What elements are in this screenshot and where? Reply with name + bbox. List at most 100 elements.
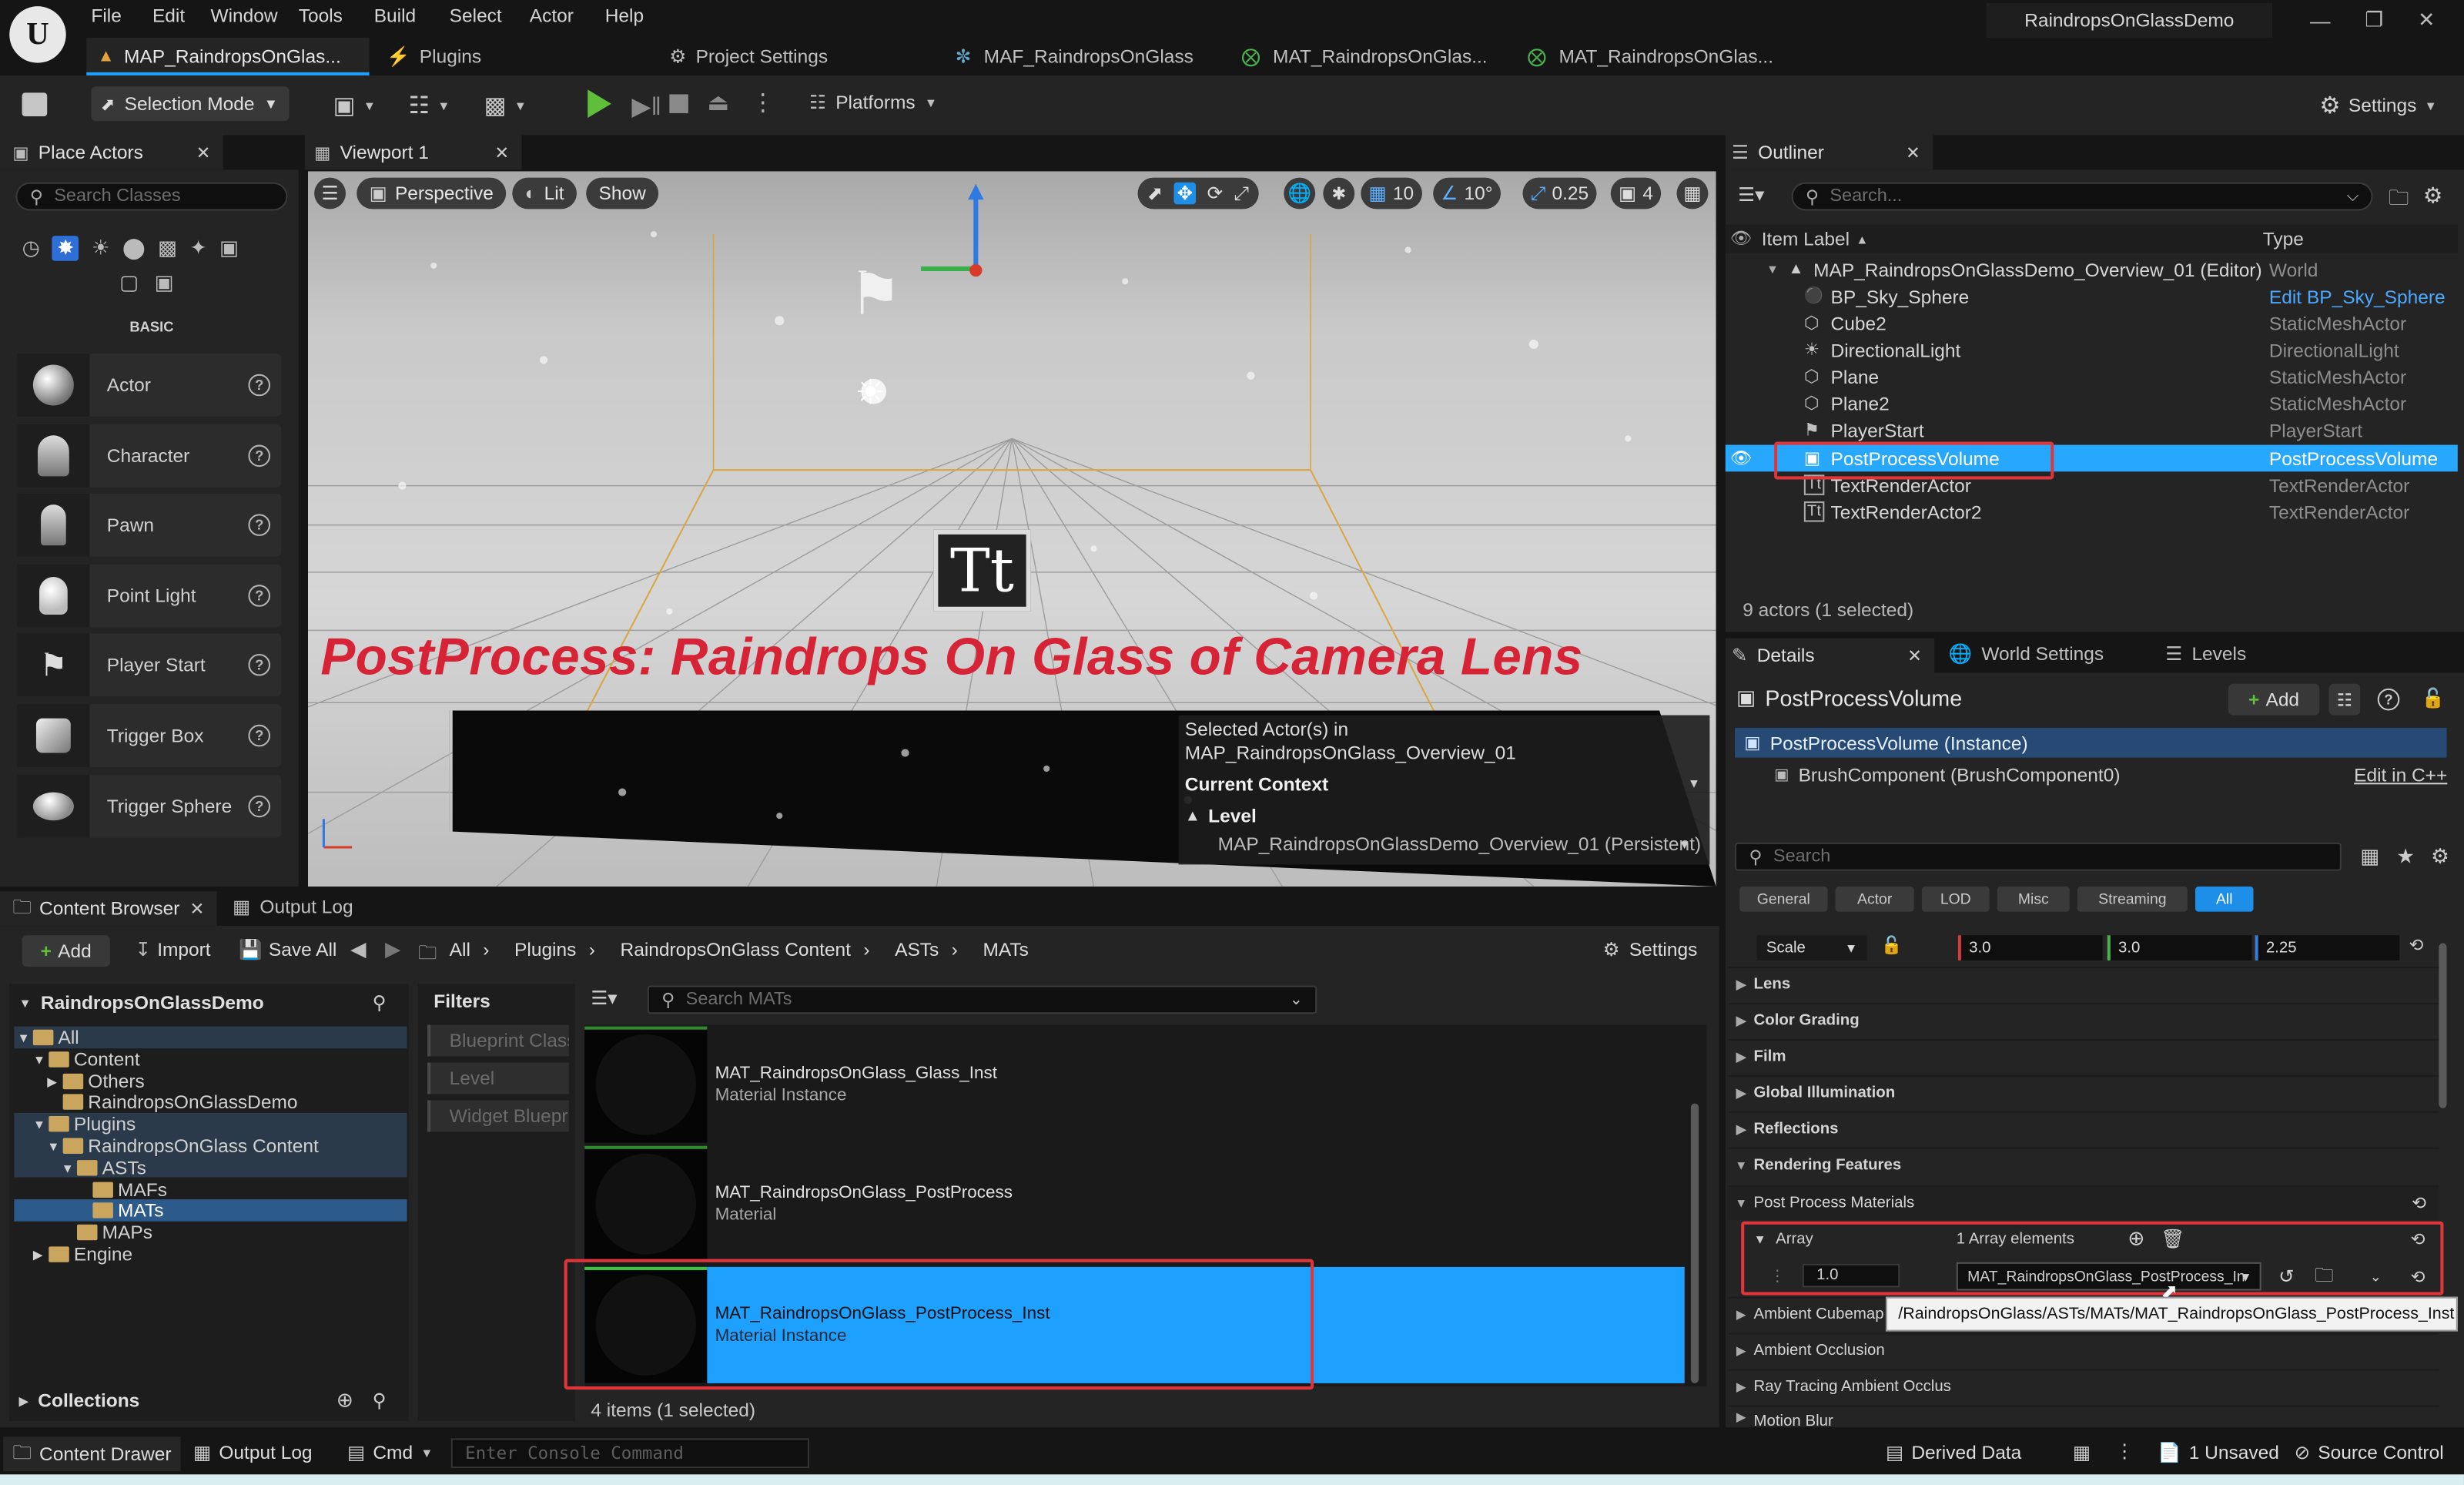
place-item-trigger-sphere[interactable]: Trigger Sphere? — [17, 775, 282, 838]
cb-project-header[interactable]: ▼ RaindropsOnGlassDemo — [18, 992, 263, 1014]
show-button[interactable]: Show — [586, 177, 659, 210]
selection-mode-button[interactable]: ⬈ Selection Mode ▼ — [91, 86, 290, 122]
doc-tab-plugins[interactable]: ⚡ Plugins — [387, 42, 481, 71]
tree-engine[interactable]: ▶ Engine — [33, 1243, 132, 1265]
brush-component-row[interactable]: ▣ BrushComponent (BrushComponent0) — [1735, 761, 2446, 789]
filter-misc[interactable]: Misc — [1997, 887, 2070, 912]
help-icon[interactable]: ? — [248, 724, 271, 747]
outliner-row-bp-sky-sphere[interactable]: ⚫ BP_Sky_Sphere Edit BP_Sky_Sphere — [1726, 283, 2458, 310]
help-icon[interactable]: ? — [2377, 688, 2400, 711]
asset-scrollbar[interactable] — [1690, 1103, 1699, 1383]
filter-icon[interactable]: ☰▾ — [1738, 184, 1764, 206]
console-input[interactable]: Enter Console Command — [450, 1438, 810, 1469]
outliner-search-input[interactable]: ⚲ Search... ⌵ — [1791, 182, 2373, 211]
column-type[interactable]: Type — [2263, 228, 2304, 250]
unsaved-button[interactable]: 📄 1 Unsaved — [2158, 1441, 2279, 1463]
rotation-snap-button[interactable]: ∠ 10° — [1433, 177, 1501, 210]
lock-icon[interactable]: 🔓 — [1881, 935, 1903, 955]
help-icon[interactable]: ? — [248, 653, 271, 676]
place-item-player-start[interactable]: ⚑ Player Start? — [17, 633, 282, 697]
asset-row-glass-inst[interactable]: MAT_RaindropsOnGlass_Glass_Inst Material … — [584, 1026, 1685, 1143]
output-log-button[interactable]: ▦ Output Log — [193, 1441, 313, 1463]
column-item-label[interactable]: Item Label ▲ — [1762, 228, 1869, 250]
scale-z-field[interactable]: 2.25 — [2255, 935, 2400, 960]
world-space-icon[interactable]: 🌐 — [1284, 177, 1316, 210]
outliner-row-directional-light[interactable]: ☀ DirectionalLight DirectionalLight — [1726, 337, 2458, 364]
details-search-input[interactable]: ⚲ Search — [1735, 842, 2342, 871]
play-button[interactable] — [588, 89, 611, 119]
help-icon[interactable]: ? — [248, 795, 271, 818]
collections-header[interactable]: ▶ Collections — [18, 1389, 139, 1412]
scale-x-field[interactable]: 3.0 — [1957, 935, 2103, 960]
outliner-row-plane[interactable]: ⬡ Plane StaticMeshActor — [1726, 363, 2458, 390]
select-tool-icon[interactable]: ⬈ — [1147, 183, 1163, 205]
lights-icon[interactable]: ☀ — [92, 236, 110, 261]
content-drawer-button[interactable]: 🗀 Content Drawer — [3, 1436, 181, 1472]
close-icon[interactable]: ✕ — [494, 142, 509, 163]
filter-general[interactable]: General — [1739, 887, 1828, 912]
category-rendering-features[interactable]: ▼ Rendering Features — [1728, 1147, 2439, 1182]
menu-window[interactable]: Window — [210, 5, 298, 27]
star-icon[interactable]: ★ — [2396, 844, 2415, 870]
all-classes-icon[interactable]: ▢ — [119, 270, 139, 296]
chevron-down-icon[interactable]: ▼ — [1688, 776, 1700, 790]
breadcrumb-plugins[interactable]: Plugins — [514, 938, 576, 960]
recent-icon[interactable]: ◷ — [22, 236, 40, 261]
details-tab[interactable]: ✎ Details ✕ — [1725, 638, 1935, 673]
close-icon[interactable]: ✕ — [1907, 645, 1922, 665]
lock-icon[interactable]: 🔓 — [2422, 687, 2446, 709]
filter-actor[interactable]: Actor — [1835, 887, 1914, 912]
directional-light-gizmo[interactable]: ☀ — [855, 373, 886, 414]
menu-help[interactable]: Help — [605, 5, 668, 27]
cinematics-button[interactable]: ▩ ▼ — [484, 91, 527, 119]
doc-tab-maf[interactable]: ✼ MAF_RaindropsOnGlass — [956, 42, 1194, 71]
place-item-character[interactable]: Character? — [17, 424, 282, 488]
place-actors-tab[interactable]: ▣ Place Actors ✕ — [0, 135, 223, 170]
menu-tools[interactable]: Tools — [299, 5, 374, 27]
expand-icon[interactable]: ▼ — [1766, 263, 1779, 277]
viewport-tab[interactable]: ▦ Viewport 1 ✕ — [304, 135, 522, 170]
lit-button[interactable]: ◐ Lit — [512, 177, 577, 210]
move-tool-icon[interactable]: ✥ — [1173, 182, 1197, 205]
source-control-button[interactable]: ⊘ Source Control — [2295, 1441, 2444, 1463]
cb-import-button[interactable]: ↧ Import — [136, 938, 211, 960]
filter-widget-blueprint[interactable]: Widget Blueprint — [427, 1100, 569, 1132]
scale-dropdown[interactable]: Scale ▼ — [1756, 935, 1867, 960]
category-ambient-occlusion[interactable]: ▶ Ambient Occlusion — [1728, 1332, 2439, 1368]
tree-raindrops-content[interactable]: ▼ RaindropsOnGlass Content — [47, 1135, 319, 1157]
chevron-down-icon[interactable]: ▼ — [1679, 838, 1691, 852]
details-add-button[interactable]: + Add — [2228, 683, 2320, 716]
settings-button[interactable]: ⚙ Settings ▼ — [2319, 91, 2437, 119]
place-item-trigger-box[interactable]: Trigger Box? — [17, 704, 282, 767]
tree-maps[interactable]: MAPs — [76, 1222, 152, 1243]
search-icon[interactable]: ⚲ — [373, 1389, 387, 1412]
platforms-button[interactable]: ☷ Platforms ▼ — [809, 91, 937, 113]
folder-icon[interactable]: 🗀 — [418, 938, 437, 971]
scale-tool-icon[interactable]: ⤢ — [1234, 182, 1249, 206]
eye-icon[interactable]: 👁 — [1730, 228, 1753, 248]
tree-mafs[interactable]: MAFs — [92, 1179, 167, 1201]
search-mats-input[interactable]: ⚲ Search MATs ⌄ — [647, 985, 1317, 1014]
close-icon[interactable]: ✕ — [1906, 142, 1920, 163]
stop-button[interactable] — [669, 94, 688, 113]
close-icon[interactable]: ✕ — [189, 898, 204, 918]
step-button[interactable]: ▶‖ — [631, 91, 661, 122]
content-browser-tab[interactable]: 🗀 Content Browser ✕ — [0, 891, 217, 927]
help-icon[interactable]: ? — [248, 514, 271, 536]
volumes-icon[interactable]: ▣ — [219, 236, 239, 261]
outliner-row-plane2[interactable]: ⬡ Plane2 StaticMeshActor — [1726, 390, 2458, 417]
doc-tab-mat-2[interactable]: ⨂ MAT_RaindropsOnGlas... — [1528, 42, 1773, 71]
category-global-illumination[interactable]: ▶ Global Illumination — [1728, 1074, 2439, 1110]
cb-add-button[interactable]: + Add — [22, 935, 110, 967]
post-process-materials-row[interactable]: ▼ Post Process Materials ⟲ — [1728, 1185, 2439, 1220]
cinematic-icon[interactable]: ▩ — [158, 236, 177, 261]
viewport-menu-button[interactable]: ☰ — [314, 177, 346, 210]
category-motion-blur[interactable]: ▶ Motion Blur — [1728, 1405, 2439, 1427]
derived-data-button[interactable]: ▤ Derived Data — [1886, 1441, 2021, 1463]
tree-others[interactable]: ▶ Others — [47, 1071, 145, 1093]
more-icon[interactable]: ⋮ — [2115, 1440, 2134, 1462]
gear-icon[interactable]: ⚙ — [2431, 844, 2449, 870]
outliner-row-text-render-actor2[interactable]: Tt TextRenderActor2 TextRenderActor — [1726, 498, 2458, 525]
grid-snap-button[interactable]: ▦ 10 — [1361, 177, 1422, 210]
player-start-gizmo[interactable]: ⚑ — [849, 266, 902, 326]
